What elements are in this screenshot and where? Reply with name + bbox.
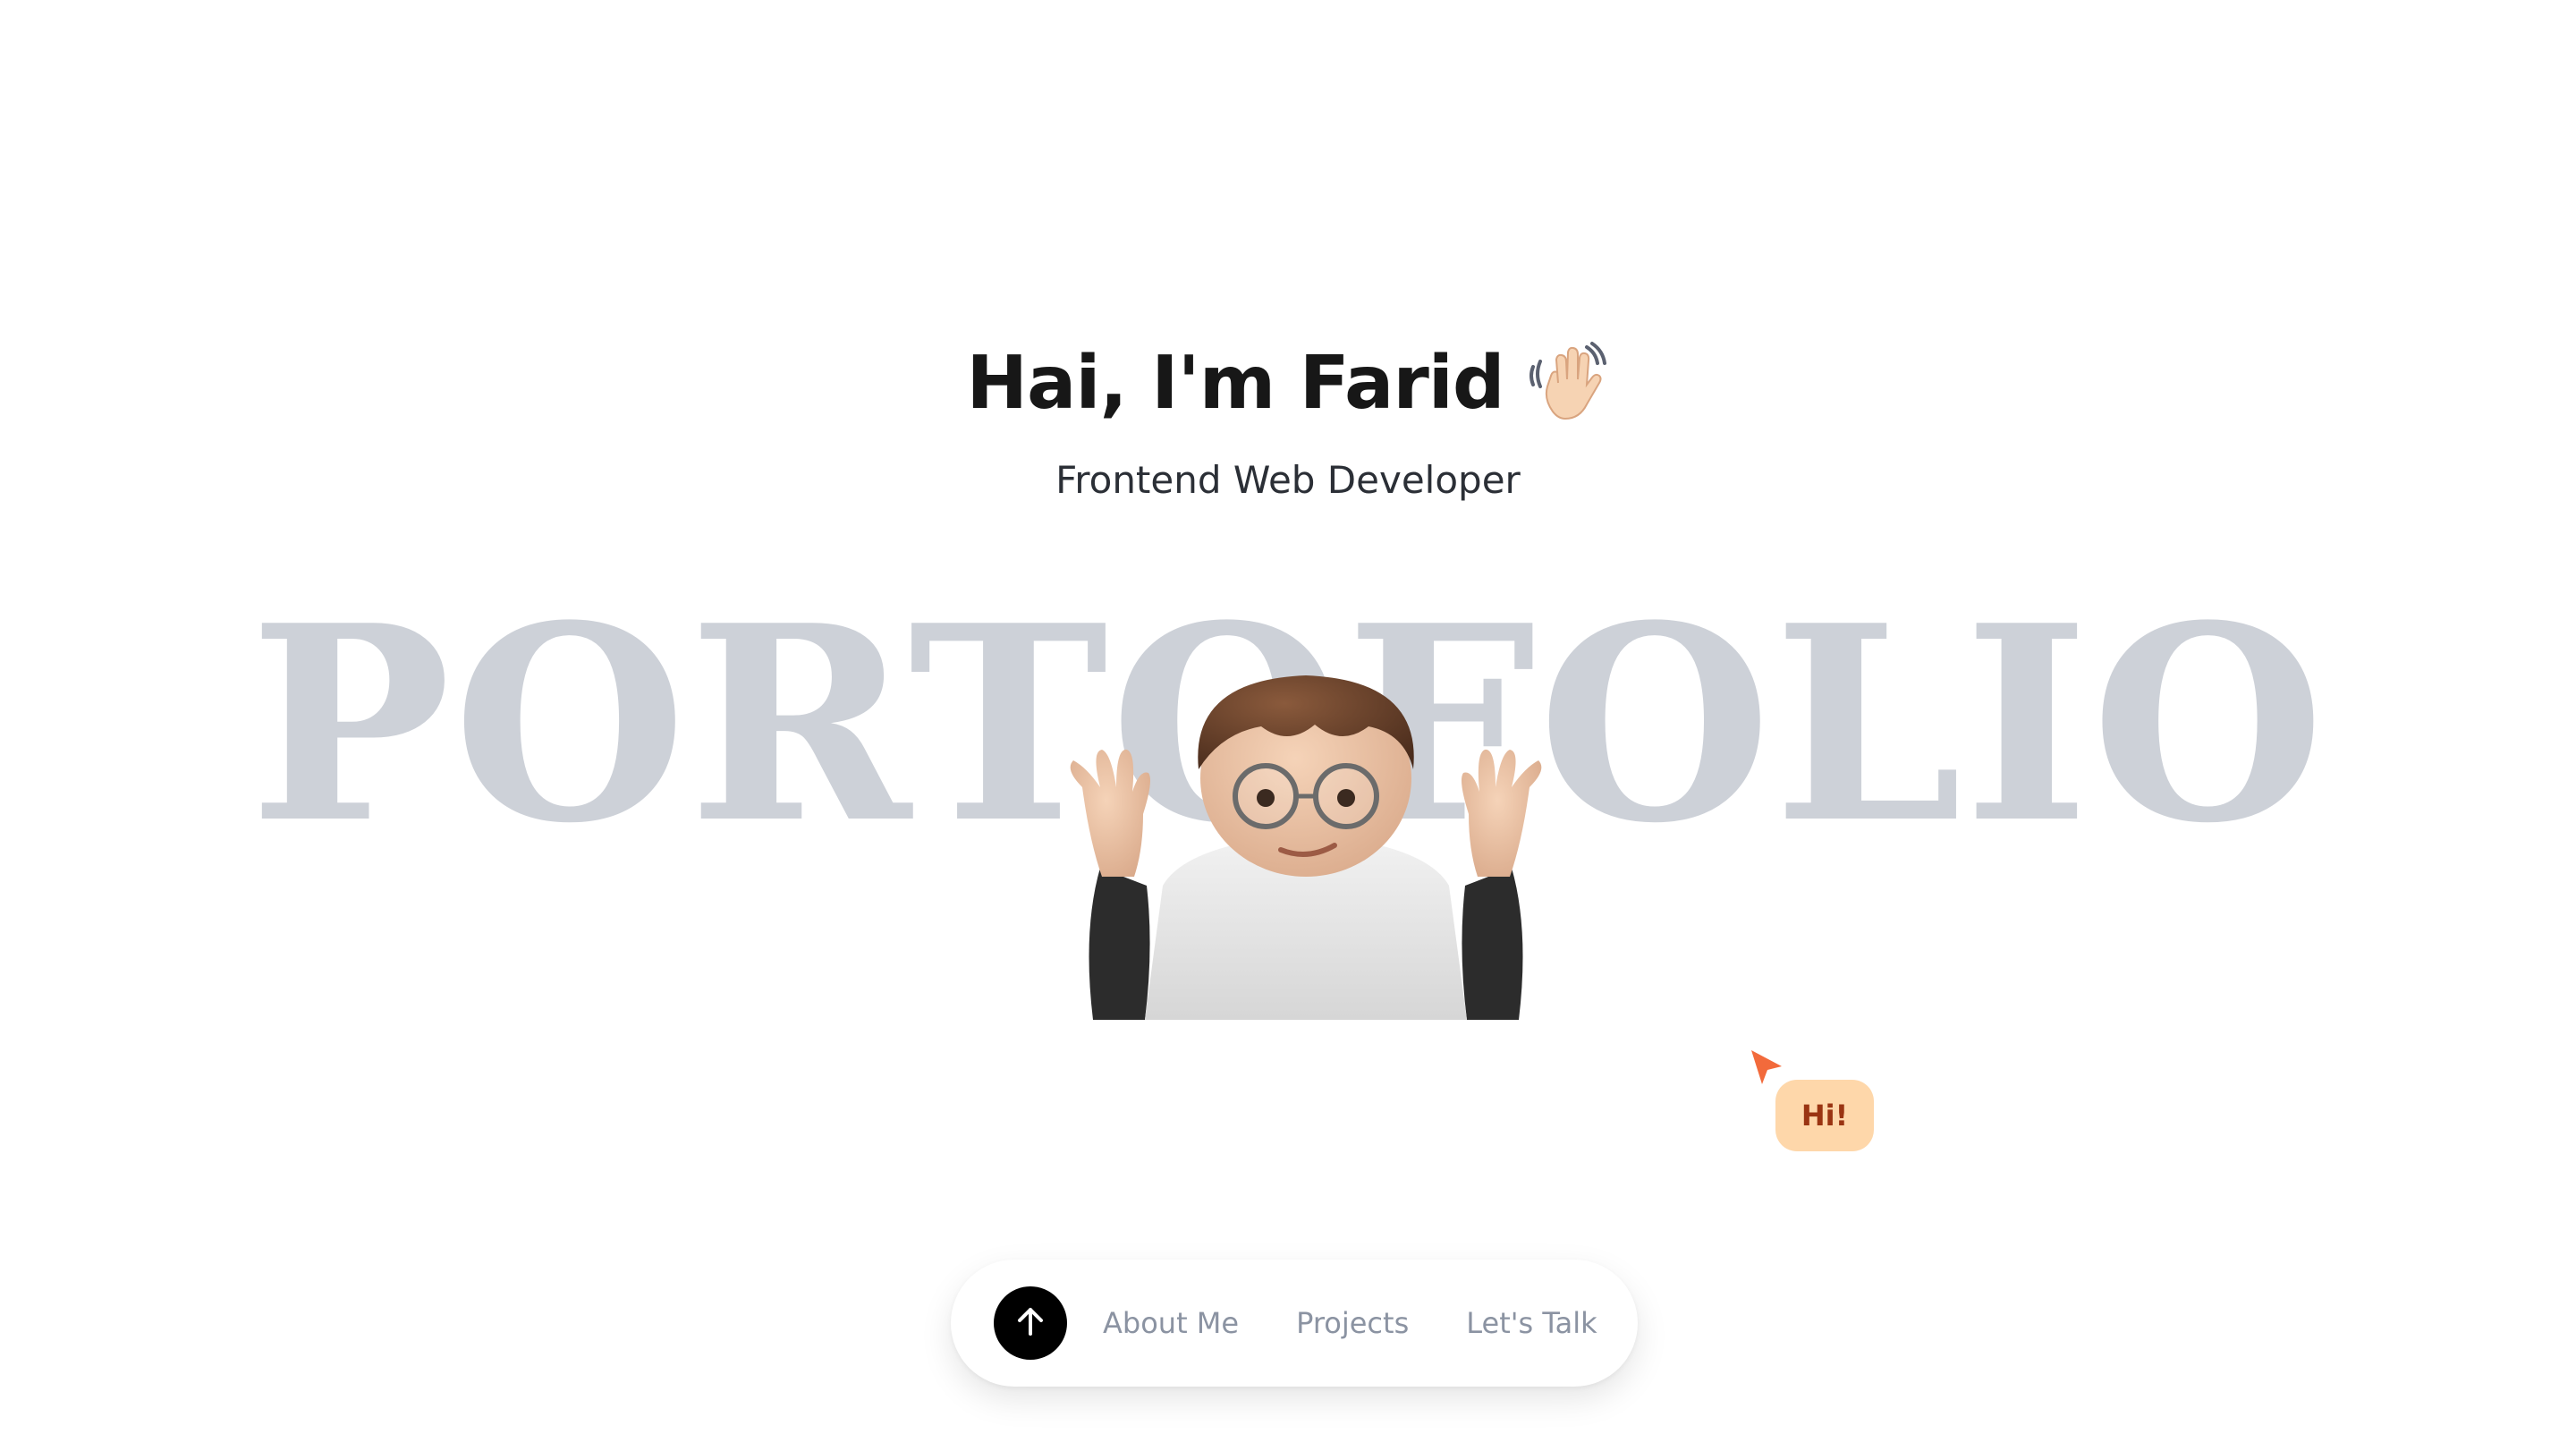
hero-title-text: Hai, I'm Farid bbox=[966, 340, 1504, 426]
hi-bubble: Hi! bbox=[1775, 1080, 1874, 1151]
hero-title-wrapper: Hai, I'm Farid bbox=[0, 340, 2576, 426]
hero-subtitle: Frontend Web Developer bbox=[1055, 458, 1521, 502]
bottom-navigation: About Me Projects Let's Talk bbox=[951, 1260, 1638, 1387]
arrow-up-icon bbox=[1011, 1302, 1050, 1345]
scroll-top-button[interactable] bbox=[994, 1286, 1067, 1360]
nav-link-projects[interactable]: Projects bbox=[1296, 1306, 1409, 1340]
nav-link-lets-talk[interactable]: Let's Talk bbox=[1466, 1306, 1597, 1340]
nav-link-about-me[interactable]: About Me bbox=[1103, 1306, 1239, 1340]
hero-title: Hai, I'm Farid bbox=[966, 340, 1609, 426]
waving-hand-icon bbox=[1524, 340, 1610, 426]
memoji-avatar bbox=[1046, 662, 1565, 1091]
pointer-arrow-icon bbox=[1750, 1048, 1785, 1088]
